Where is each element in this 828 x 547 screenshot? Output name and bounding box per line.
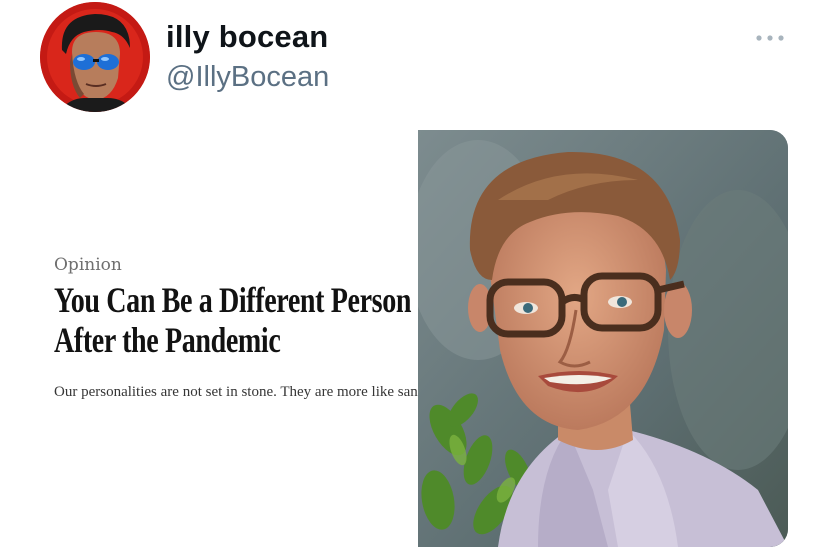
- article-summary: Our personalities are not set in stone. …: [54, 384, 418, 400]
- display-name[interactable]: illy bocean: [166, 18, 328, 56]
- article-kicker: Opinion: [54, 255, 122, 275]
- photo-image[interactable]: [418, 130, 788, 547]
- tweet-media[interactable]: Opinion You Can Be a Different Person Af…: [0, 130, 828, 547]
- tweet: illy bocean @IllyBocean Opinion You Can …: [0, 0, 828, 547]
- avatar-image: [40, 2, 150, 112]
- photo-man-glasses-smiling: [418, 130, 788, 547]
- user-handle[interactable]: @IllyBocean: [166, 59, 329, 95]
- article-screenshot[interactable]: Opinion You Can Be a Different Person Af…: [0, 130, 418, 547]
- article-headline: You Can Be a Different Person After the …: [54, 280, 412, 360]
- more-options-button[interactable]: [752, 26, 788, 50]
- avatar[interactable]: [40, 2, 150, 112]
- more-dots-icon: [756, 35, 784, 41]
